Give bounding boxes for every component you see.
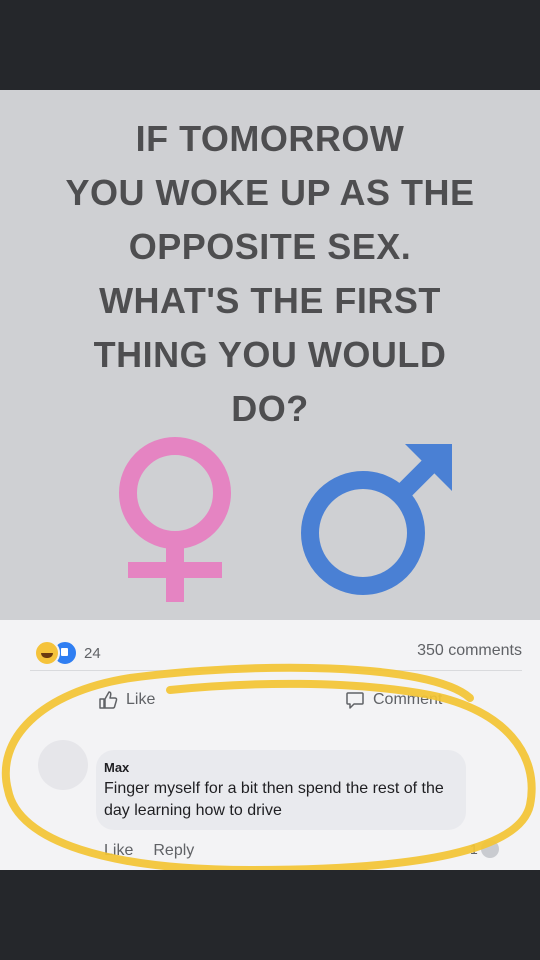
like-label: Like [126,691,156,708]
headline-line: THING YOU WOULD [93,334,447,375]
headline-line: YOU WOKE UP AS THE [65,172,475,213]
post-actions: Like Comment [0,680,540,730]
avatar[interactable] [38,740,88,790]
comment-text: Finger myself for a bit then spend the r… [104,780,444,819]
comment-button[interactable]: Comment [345,690,442,710]
comments-count-link[interactable]: 350 comments [417,642,522,660]
reaction-count: 24 [84,644,101,662]
comment-reaction-count[interactable]: 1 [470,840,499,858]
divider [30,670,522,671]
headline-line: WHAT'S THE FIRST [99,280,441,321]
comment-label: Comment [373,691,443,708]
post-headline: IF TOMORROW YOU WOKE UP AS THE OPPOSITE … [10,112,530,436]
comment-reaction-number: 1 [470,841,478,857]
like-button[interactable]: Like [98,690,155,710]
thumbs-up-icon [99,691,118,709]
comment-bubble-icon [346,692,364,709]
male-symbol-icon [301,444,452,595]
haha-reaction-icon [34,640,60,666]
gender-symbols [119,437,452,602]
reaction-dot-icon [480,840,499,858]
comment-reply-link[interactable]: Reply [153,842,194,860]
comment-actions: Like Reply [104,842,194,860]
headline-line: IF TOMORROW [135,118,405,159]
post-image[interactable]: IF TOMORROW YOU WOKE UP AS THE OPPOSITE … [0,90,540,620]
top-dark-band [0,0,540,90]
headline-line: DO? [231,388,309,429]
headline-line: OPPOSITE SEX. [128,226,412,267]
facebook-post: IF TOMORROW YOU WOKE UP AS THE OPPOSITE … [0,90,540,870]
comment-author[interactable]: Max [104,760,129,775]
comment-bubble: Max Finger myself for a bit then spend t… [96,750,466,830]
comment-like-link[interactable]: Like [104,842,133,860]
post-stats: 24 350 comments [0,620,540,676]
bottom-dark-band [0,870,540,960]
female-symbol-icon [119,437,231,602]
reactions-summary[interactable]: 24 [34,640,101,666]
